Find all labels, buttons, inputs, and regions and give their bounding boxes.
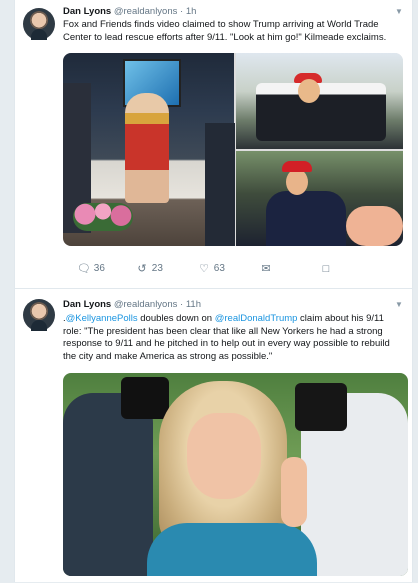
tweet-media-photo[interactable]: [63, 373, 408, 576]
tweet[interactable]: Dan Lyons @realdanlyons · 1h ▼ Fox and F…: [15, 0, 412, 288]
tweet-text: Fox and Friends finds video claimed to s…: [63, 19, 387, 43]
direct-message-button[interactable]: □: [319, 262, 333, 276]
face: [286, 169, 308, 195]
direct-message-icon: □: [322, 263, 330, 275]
tweet-actions: 🗨 36 ↺ 23 ♡ 63 ✉ □: [63, 262, 363, 276]
reply-count: 36: [93, 263, 105, 274]
hands: [346, 206, 403, 246]
retweet-button[interactable]: ↺ 23: [135, 262, 163, 276]
tweet-text: .@KellyannePolls doubles down on @realDo…: [63, 313, 403, 363]
face: [298, 79, 320, 103]
red-hat: [282, 161, 312, 172]
tweet-header: Dan Lyons @realdanlyons · 11h: [63, 299, 201, 310]
flowers: [73, 203, 133, 231]
tweet[interactable]: Dan Lyons @realdanlyons · 11h ▼ .@Kellya…: [15, 288, 412, 583]
avatar[interactable]: [23, 299, 55, 331]
avatar[interactable]: [23, 8, 55, 40]
tweet-header: Dan Lyons @realdanlyons · 1h: [63, 6, 196, 17]
suit: [266, 191, 346, 246]
author-handle[interactable]: @realdanlyons: [114, 299, 178, 310]
heart-icon: ♡: [199, 263, 209, 275]
reply-icon: 🗨: [77, 263, 91, 275]
media-photo-cart[interactable]: [236, 53, 403, 149]
mention-link[interactable]: @realDonaldTrump: [215, 313, 298, 324]
separator-dot: ·: [180, 299, 184, 310]
host-right: [205, 123, 235, 246]
camera-icon: [295, 383, 347, 431]
media-photo-crowd[interactable]: [236, 151, 403, 246]
face: [187, 413, 261, 499]
teal-top: [147, 523, 317, 576]
like-button[interactable]: ♡ 63: [197, 262, 225, 276]
camera-icon: [121, 377, 169, 419]
like-count: 63: [213, 263, 225, 274]
author-name[interactable]: Dan Lyons: [63, 299, 111, 310]
separator-dot: ·: [180, 6, 184, 17]
author-name[interactable]: Dan Lyons: [63, 6, 111, 17]
host-center: [125, 93, 169, 203]
photographer-left: [63, 393, 153, 576]
author-handle[interactable]: @realdanlyons: [114, 6, 178, 17]
tweet-media-grid[interactable]: [63, 53, 403, 246]
timestamp[interactable]: 1h: [186, 6, 197, 17]
retweet-icon: ↺: [137, 263, 147, 275]
reply-button[interactable]: 🗨 36: [77, 262, 105, 276]
retweet-count: 23: [151, 263, 163, 274]
pointing-hand: [281, 457, 307, 527]
chevron-down-icon[interactable]: ▼: [394, 7, 404, 17]
golf-cart: [256, 83, 386, 141]
mention-link[interactable]: @KellyannePolls: [66, 313, 138, 324]
share-via-email-button[interactable]: ✉: [259, 262, 273, 276]
timeline: Dan Lyons @realdanlyons · 1h ▼ Fox and F…: [14, 0, 413, 582]
chevron-down-icon[interactable]: ▼: [394, 300, 404, 310]
timestamp[interactable]: 11h: [186, 299, 201, 310]
text-mid: doubles down on: [137, 313, 215, 324]
envelope-icon: ✉: [261, 263, 271, 275]
media-photo-studio[interactable]: [63, 53, 235, 246]
